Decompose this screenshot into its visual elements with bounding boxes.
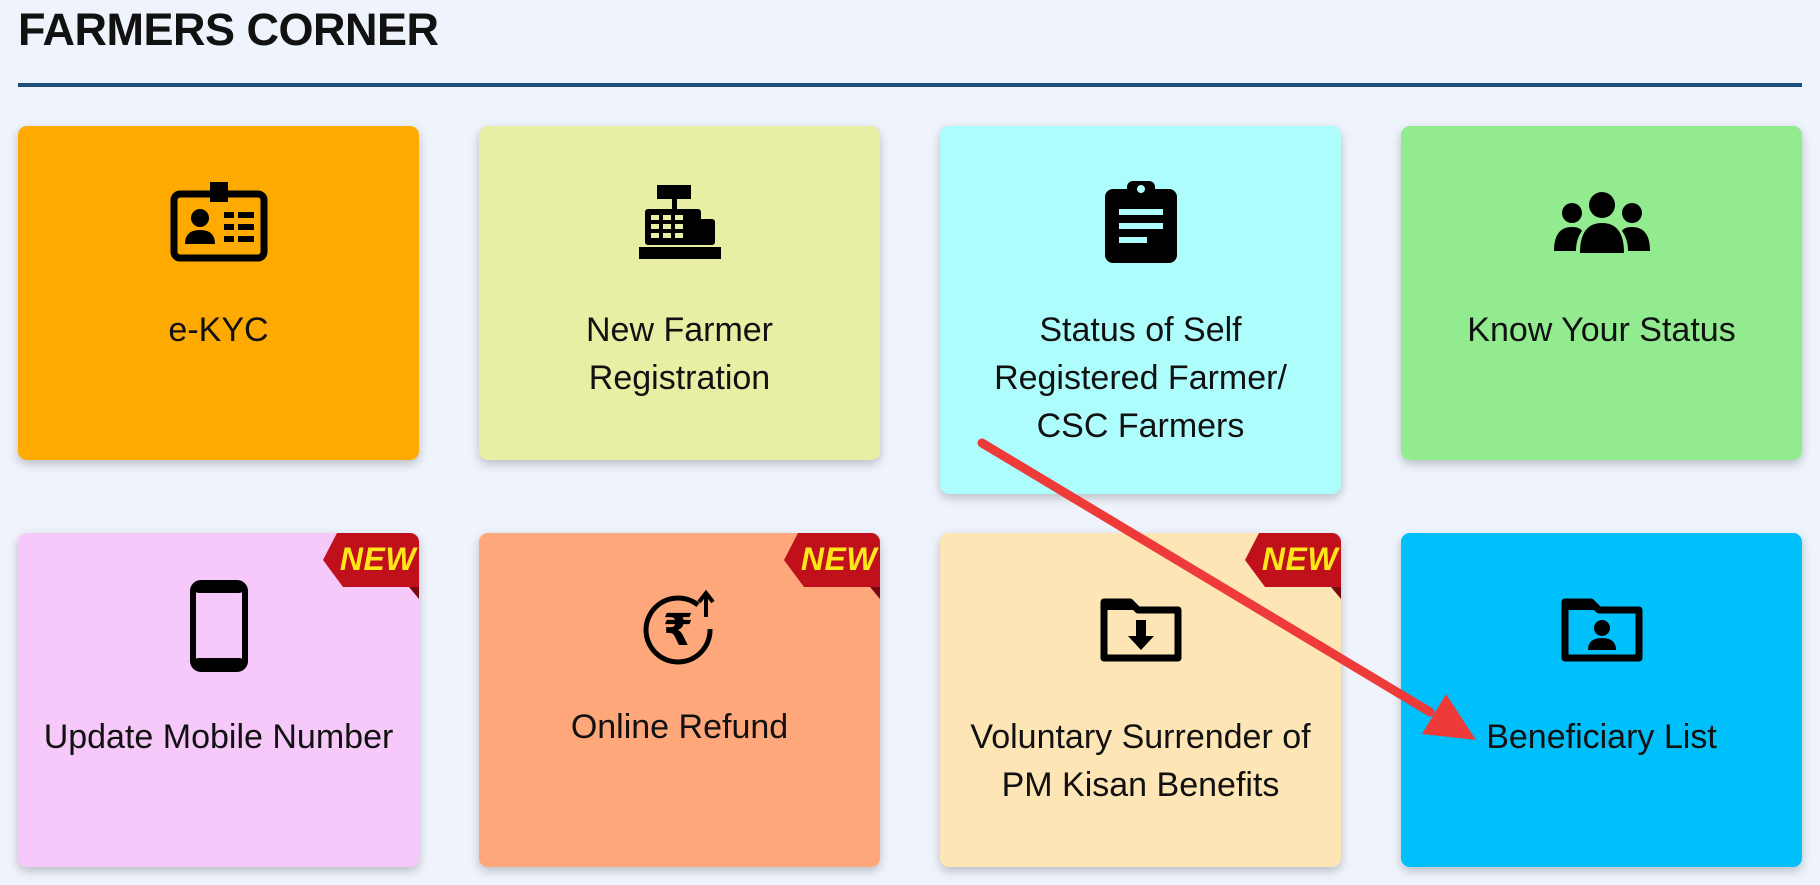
- tile-label: Voluntary Surrender of PM Kisan Benefits: [970, 718, 1311, 804]
- tile-label: New Farmer Registration: [585, 311, 774, 397]
- tile-beneficiary-list[interactable]: Beneficiary List: [1401, 533, 1802, 867]
- mobile-phone-icon: [164, 577, 274, 675]
- tile-status-self-registered[interactable]: Status of Self Registered Farmer/ CSC Fa…: [940, 126, 1341, 494]
- new-badge: NEW: [323, 533, 419, 599]
- tile-ekyc[interactable]: e-KYC: [18, 126, 419, 460]
- tile-know-your-status[interactable]: Know Your Status: [1401, 126, 1802, 460]
- tile-label: Know Your Status: [1467, 311, 1736, 349]
- users-icon: [1547, 176, 1657, 268]
- tile-update-mobile-number[interactable]: Update Mobile Number NEW: [18, 533, 419, 867]
- tile-label: Status of Self Registered Farmer/ CSC Fa…: [994, 311, 1287, 445]
- tile-online-refund[interactable]: ₹ Online Refund NEW: [479, 533, 880, 867]
- cash-register-icon: [625, 176, 735, 268]
- tile-label: Beneficiary List: [1486, 718, 1717, 756]
- tile-label: e-KYC: [168, 311, 269, 349]
- svg-text:₹: ₹: [662, 605, 693, 656]
- new-badge-text: NEW: [800, 541, 878, 577]
- folder-user-icon: [1547, 583, 1657, 675]
- tile-label: Update Mobile Number: [43, 718, 394, 756]
- new-badge: NEW: [1245, 533, 1341, 599]
- folder-download-icon: [1086, 583, 1196, 675]
- tile-voluntary-surrender[interactable]: Voluntary Surrender of PM Kisan Benefits…: [940, 533, 1341, 867]
- new-badge: NEW: [784, 533, 880, 599]
- tile-new-farmer-registration[interactable]: New Farmer Registration: [479, 126, 880, 460]
- clipboard-icon: [1086, 176, 1196, 268]
- new-badge-text: NEW: [1261, 541, 1339, 577]
- rupee-refund-icon: ₹: [625, 583, 735, 675]
- id-card-icon: [164, 176, 274, 268]
- farmers-corner-tiles: e-KYC New Farmer Registration Status of …: [0, 0, 1820, 885]
- tile-label: Online Refund: [570, 708, 789, 746]
- new-badge-text: NEW: [339, 541, 417, 577]
